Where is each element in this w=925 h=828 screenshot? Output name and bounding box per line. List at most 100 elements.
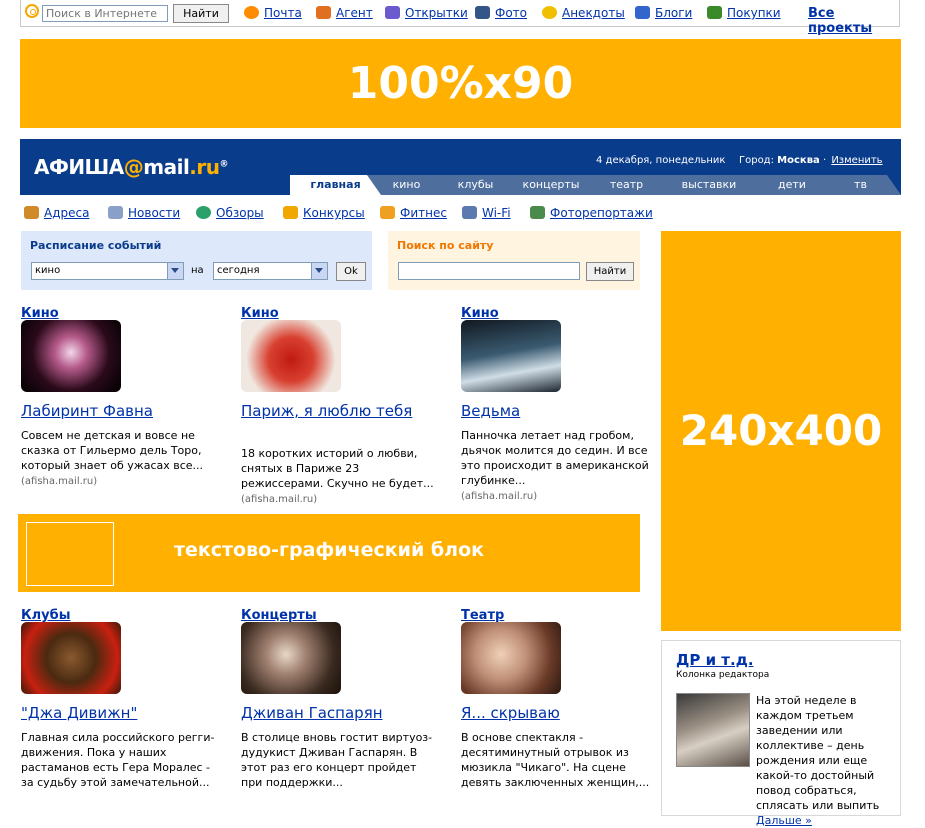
trophy-icon	[283, 206, 298, 219]
site-search-input[interactable]	[398, 262, 580, 280]
editor-column: ДР и т.д. Колонка редактора На этой неде…	[661, 640, 901, 827]
nav-wifi[interactable]: Wi-Fi	[462, 206, 511, 220]
editor-title[interactable]: ДР и т.д.	[676, 651, 754, 669]
schedule-ok-button[interactable]: Ok	[336, 262, 366, 281]
link-shopping[interactable]: Покупки	[707, 6, 781, 20]
card-text: Совсем не детская и вовсе не сказка от Г…	[21, 429, 204, 472]
link-blogs-label: Блоги	[655, 6, 693, 20]
text-graphic-banner[interactable]: текстово-графический блок	[18, 514, 640, 592]
card-text: 18 коротких историй о любви, снятых в Па…	[241, 447, 434, 490]
nav-addresses[interactable]: Адреса	[24, 206, 89, 220]
logo-text: АФИША	[34, 155, 124, 179]
city-label: Город:	[739, 155, 774, 166]
top-bar: Найти Почта Агент Открытки Фото Анекдоты…	[20, 0, 900, 36]
card-category[interactable]: Театр	[461, 608, 504, 623]
card-title[interactable]: Париж, я люблю тебя	[241, 402, 412, 420]
card-source: (afisha.mail.ru)	[21, 476, 98, 487]
site-search-box: Поиск по сайту Найти	[388, 231, 640, 290]
link-blogs[interactable]: Блоги	[635, 6, 692, 20]
nav-news[interactable]: Новости	[108, 206, 180, 220]
card-thumbnail[interactable]	[461, 622, 561, 694]
event-schedule-box: Расписание событий кино на сегодня Ok	[21, 231, 372, 290]
top-banner[interactable]: 100%x90	[20, 39, 901, 128]
editor-photo[interactable]	[676, 693, 750, 767]
link-mail-label: Почта	[264, 6, 302, 20]
card-thumbnail[interactable]	[241, 622, 341, 694]
logo-at: @	[123, 155, 144, 179]
card-category[interactable]: Кино	[241, 306, 279, 321]
nav-reviews-label: Обзоры	[216, 206, 264, 220]
link-photo-label: Фото	[495, 6, 528, 20]
tab-concerts[interactable]: концерты	[503, 175, 599, 195]
logo-mail: mail	[143, 155, 190, 179]
right-banner[interactable]: 240x400	[661, 231, 901, 631]
card-description: Панночка летает над гробом, дьячок молит…	[461, 428, 656, 504]
afisha-logo[interactable]: АФИША@mail.ru®	[34, 155, 228, 179]
date-select[interactable]: сегодня	[213, 262, 328, 280]
card-title[interactable]: Ведьма	[461, 402, 520, 420]
newspaper-icon	[108, 206, 123, 219]
category-select[interactable]: кино	[31, 262, 184, 280]
nav-reviews[interactable]: Обзоры	[196, 206, 264, 220]
nav-news-label: Новости	[128, 206, 181, 220]
site-search-button[interactable]: Найти	[586, 262, 634, 281]
link-mail[interactable]: Почта	[244, 6, 302, 20]
search-logo-icon	[25, 4, 39, 18]
card-thumbnail[interactable]	[461, 320, 561, 392]
card-title[interactable]: "Джа Дивижн"	[21, 704, 137, 722]
category-value: кино	[35, 265, 61, 276]
card-title[interactable]: Лабиринт Фавна	[21, 402, 153, 420]
chevron-down-icon	[167, 263, 183, 279]
editor-subtitle: Колонка редактора	[676, 670, 770, 680]
envelope-icon	[316, 6, 331, 19]
link-postcards[interactable]: Открытки	[385, 6, 468, 20]
nav-photo-reports[interactable]: Фоторепортажи	[530, 206, 653, 220]
link-agent[interactable]: Агент	[316, 6, 373, 20]
afisha-header: АФИША@mail.ru® 4 декабря, понедельник Го…	[20, 139, 901, 195]
link-shopping-label: Покупки	[727, 6, 781, 20]
card-description: В столице вновь гостит виртуоз-дудукист …	[241, 731, 433, 789]
editor-body: На этой неделе в каждом третьем заведени…	[756, 694, 880, 812]
web-search-input[interactable]	[42, 5, 168, 22]
wifi-icon	[462, 206, 477, 219]
all-projects-link[interactable]: Все проекты	[808, 6, 899, 36]
card-title[interactable]: Я... скрываю	[461, 704, 560, 722]
card-thumbnail[interactable]	[241, 320, 341, 392]
web-search-button[interactable]: Найти	[173, 4, 229, 23]
on-label: на	[191, 265, 204, 276]
disc-icon	[196, 206, 211, 219]
photo-icon	[530, 206, 545, 219]
card-thumbnail[interactable]	[21, 622, 121, 694]
card-title[interactable]: Дживан Гаспарян	[241, 704, 383, 722]
schedule-title: Расписание событий	[30, 239, 162, 252]
link-jokes-label: Анекдоты	[562, 6, 625, 20]
card-thumbnail[interactable]	[21, 320, 121, 392]
camera-icon	[475, 6, 490, 19]
card-source: (afisha.mail.ru)	[241, 494, 318, 505]
change-city-link[interactable]: Изменить	[831, 155, 882, 166]
card-source: (afisha.mail.ru)	[461, 491, 538, 502]
card-category[interactable]: Концерты	[241, 608, 317, 623]
card-category[interactable]: Кино	[21, 306, 59, 321]
house-icon	[24, 206, 39, 219]
tab-exhibitions[interactable]: выставки	[654, 175, 764, 195]
nav-fitness[interactable]: Фитнес	[380, 206, 447, 220]
nav-fitness-label: Фитнес	[400, 206, 447, 220]
city-selector: Город: Москва · Изменить	[739, 155, 883, 166]
logo-registered: ®	[219, 159, 229, 170]
date-value: сегодня	[217, 265, 260, 276]
current-date: 4 декабря, понедельник	[596, 155, 726, 166]
link-photo[interactable]: Фото	[475, 6, 527, 20]
card-category[interactable]: Кино	[461, 306, 499, 321]
card-category[interactable]: Клубы	[21, 608, 70, 623]
nav-addresses-label: Адреса	[44, 206, 90, 220]
tab-main[interactable]: главная	[290, 175, 381, 195]
nav-wifi-label: Wi-Fi	[482, 206, 511, 220]
nav-contests-label: Конкурсы	[303, 206, 365, 220]
card-description: В основе спектакля - десятиминутный отры…	[461, 731, 650, 789]
blog-icon	[635, 6, 650, 19]
smiley-icon	[542, 6, 557, 19]
card-description: Совсем не детская и вовсе не сказка от Г…	[21, 428, 216, 489]
nav-contests[interactable]: Конкурсы	[283, 206, 365, 220]
link-jokes[interactable]: Анекдоты	[542, 6, 625, 20]
